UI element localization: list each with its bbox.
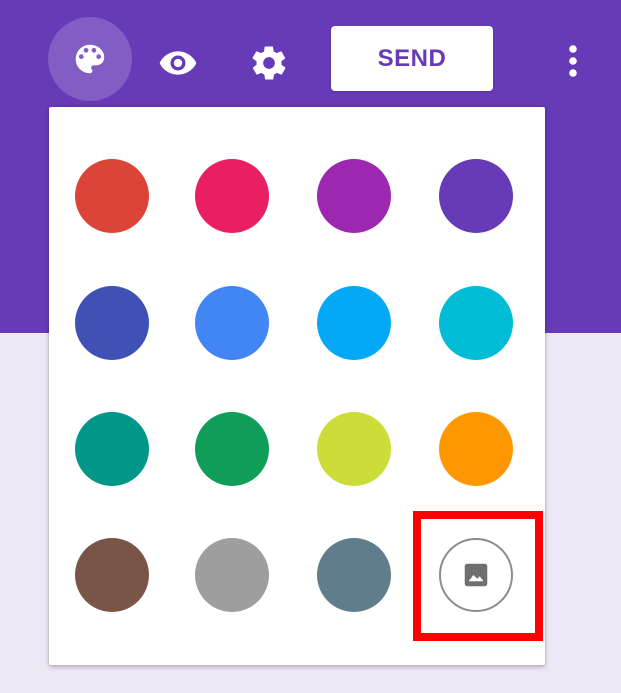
theme-color-palette <box>49 107 545 665</box>
send-button[interactable]: SEND <box>331 26 493 91</box>
color-swatch-purple[interactable] <box>317 159 391 233</box>
color-swatch-deep-purple[interactable] <box>439 159 513 233</box>
color-swatch-light-blue[interactable] <box>317 286 391 360</box>
color-swatch-indigo[interactable] <box>75 286 149 360</box>
color-swatch-cyan[interactable] <box>439 286 513 360</box>
settings-button[interactable] <box>241 37 297 89</box>
color-swatch-red[interactable] <box>75 159 149 233</box>
image-icon <box>461 560 491 590</box>
gear-icon <box>249 43 289 83</box>
color-swatch-lime[interactable] <box>317 412 391 486</box>
color-swatch-blue-grey[interactable] <box>317 538 391 612</box>
color-swatch-pink[interactable] <box>195 159 269 233</box>
palette-button[interactable] <box>48 17 132 101</box>
image-option-button[interactable] <box>439 538 513 612</box>
preview-button[interactable] <box>152 37 204 89</box>
color-swatch-blue[interactable] <box>195 286 269 360</box>
color-swatch-orange[interactable] <box>439 412 513 486</box>
color-swatch-grey[interactable] <box>195 538 269 612</box>
more-vertical-icon <box>568 44 578 78</box>
color-swatch-green[interactable] <box>195 412 269 486</box>
color-swatch-brown[interactable] <box>75 538 149 612</box>
color-swatch-teal[interactable] <box>75 412 149 486</box>
more-options-button[interactable] <box>552 36 594 86</box>
eye-icon <box>158 49 198 77</box>
palette-icon <box>71 40 109 78</box>
